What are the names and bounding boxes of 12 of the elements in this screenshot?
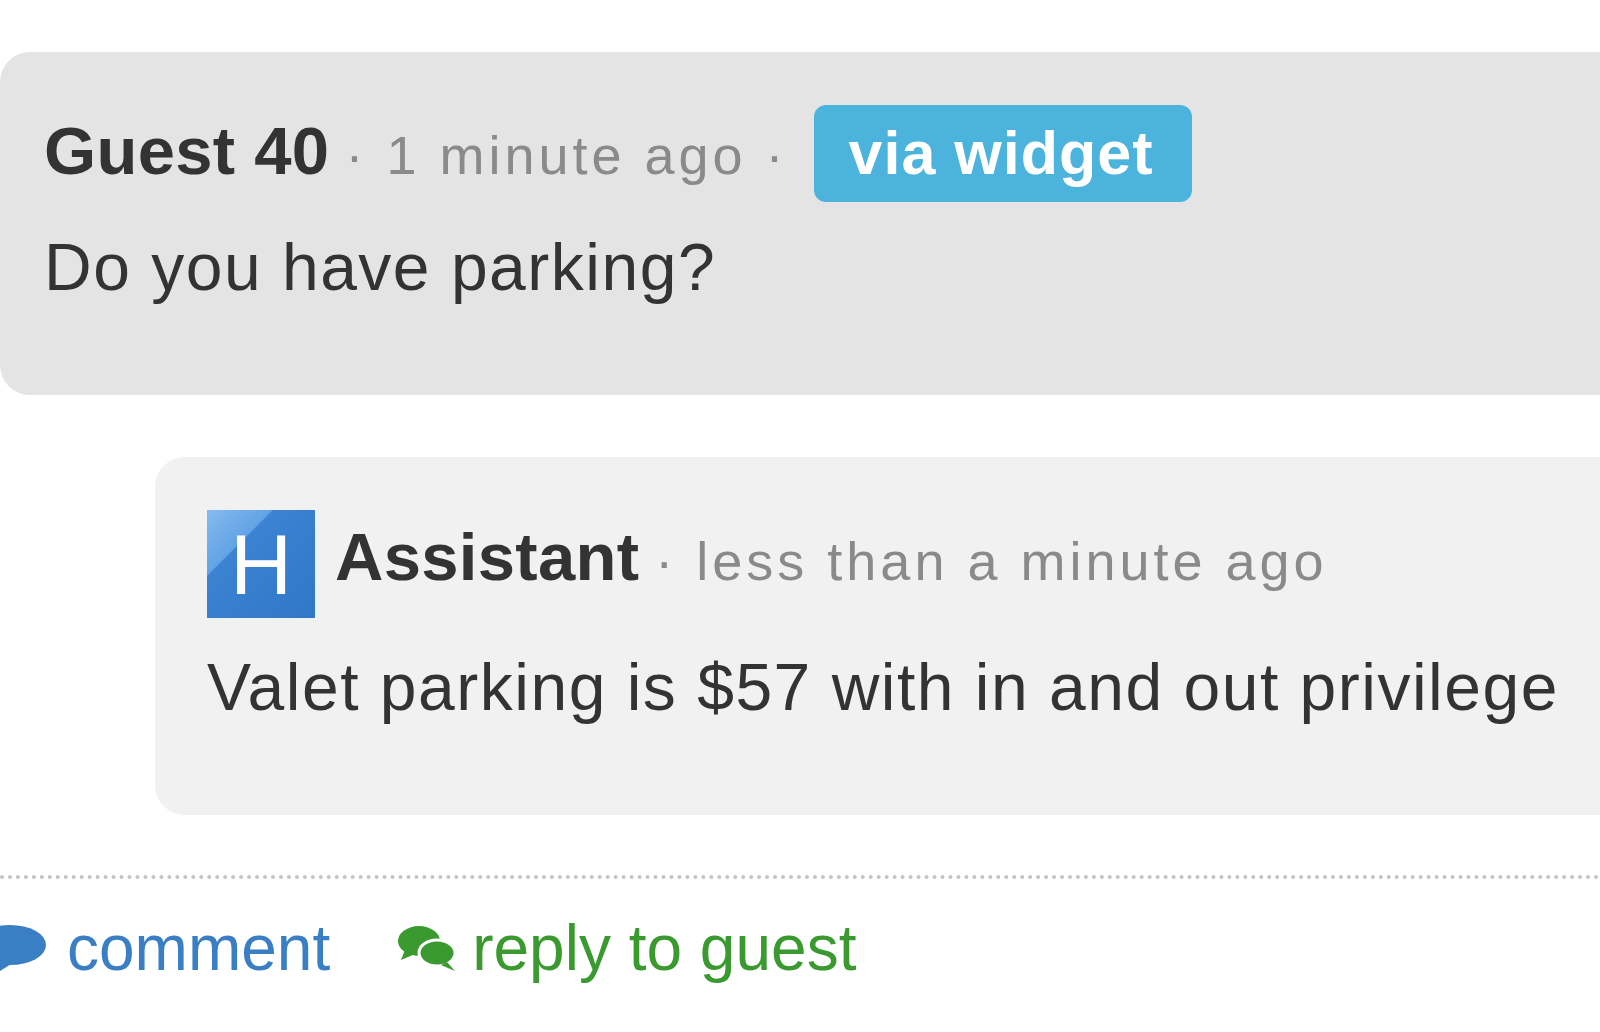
comment-link[interactable]: comment: [0, 908, 331, 988]
source-tag: via widget: [813, 105, 1192, 202]
reply-text: Valet parking is $57 with in and out privilege: [207, 649, 1560, 726]
timestamp: · 1 minute ago ·: [345, 124, 788, 187]
author-name: Assistant: [335, 518, 640, 596]
timestamp: · less than a minute ago: [655, 530, 1328, 593]
comment-text: Do you have parking?: [44, 229, 718, 306]
reply-link[interactable]: reply to guest: [397, 908, 857, 988]
avatar: H: [207, 510, 315, 618]
author-name: Guest 40: [44, 112, 330, 190]
two-speech-bubbles-icon: [397, 924, 458, 972]
speech-bubble-icon: [0, 923, 47, 973]
